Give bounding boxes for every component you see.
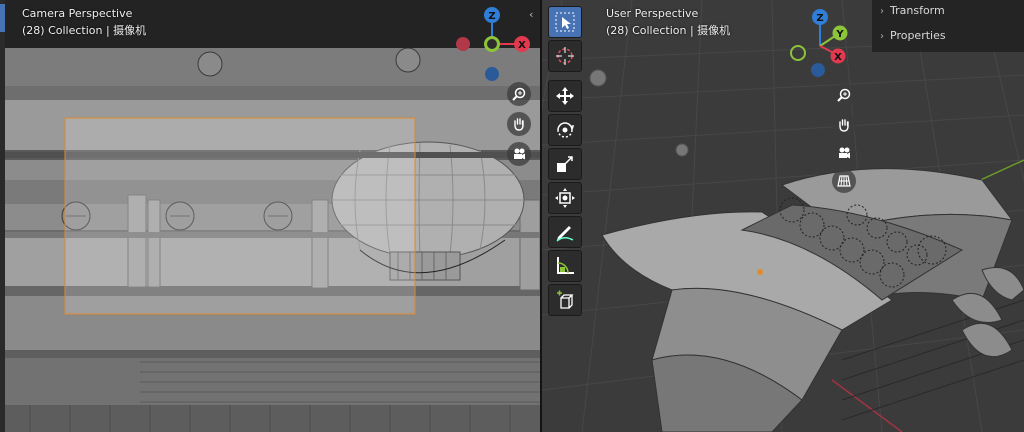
move-tool[interactable] <box>548 80 582 112</box>
select-box-tool[interactable] <box>548 6 582 38</box>
cursor-icon <box>556 47 574 65</box>
camera-view-button[interactable] <box>507 142 531 166</box>
chevron-right-icon: › <box>880 31 884 42</box>
viewport-title: User Perspective <box>606 7 699 20</box>
navigation-gizmo[interactable]: Z X <box>452 6 534 84</box>
move-icon <box>556 87 574 105</box>
gizmo-x-label: X <box>834 52 842 63</box>
add-cube-tool[interactable] <box>548 284 582 316</box>
panel-properties[interactable]: › Properties <box>880 28 946 45</box>
rotate-tool[interactable] <box>548 114 582 146</box>
sidebar-n-panel: › Transform › Properties <box>872 0 1024 52</box>
zoom-button[interactable] <box>832 83 856 107</box>
zoom-icon <box>837 88 851 102</box>
gizmo-x-label: X <box>518 40 526 51</box>
annotate-tool[interactable] <box>548 216 582 248</box>
gizmo-y-label: Y <box>835 29 844 40</box>
camera-view-button[interactable] <box>832 141 856 165</box>
rotate-icon <box>557 122 574 138</box>
measure-tool[interactable] <box>548 250 582 282</box>
add-cube-icon <box>557 290 574 309</box>
chevron-right-icon: › <box>880 6 884 17</box>
panel-properties-label: Properties <box>890 29 946 42</box>
camera-view-icon <box>839 147 850 159</box>
annotate-icon <box>556 226 574 242</box>
ortho-grid-icon <box>837 175 851 187</box>
ortho-toggle-button[interactable] <box>832 169 856 193</box>
viewport-title: Camera Perspective <box>22 7 133 20</box>
camera-view-icon <box>514 148 525 160</box>
zoom-button[interactable] <box>507 82 531 106</box>
transform-icon <box>555 188 575 208</box>
cursor-tool[interactable] <box>548 40 582 72</box>
transform-tool[interactable] <box>548 182 582 214</box>
measure-icon <box>557 257 574 274</box>
pan-button[interactable] <box>832 113 856 137</box>
viewport-collection: (28) Collection | 摄像机 <box>22 24 147 37</box>
panel-transform[interactable]: › Transform <box>880 3 945 20</box>
gizmo-z-label: Z <box>816 13 823 24</box>
zoom-icon <box>512 87 526 101</box>
pan-button[interactable] <box>507 112 531 136</box>
pan-hand-icon <box>839 119 849 132</box>
viewport-info: User Perspective (28) Collection | 摄像机 <box>606 5 730 39</box>
collapse-arrow-icon[interactable]: ‹ <box>529 8 533 21</box>
viewport-collection: (28) Collection | 摄像机 <box>606 24 731 37</box>
toolbar-collapsed-edge[interactable] <box>0 0 5 432</box>
gizmo-z-label: Z <box>488 11 495 22</box>
panel-transform-label: Transform <box>890 4 945 17</box>
camera-viewport[interactable]: Camera Perspective (28) Collection | 摄像机… <box>0 0 540 432</box>
pan-hand-icon <box>514 118 524 131</box>
viewport-info: Camera Perspective (28) Collection | 摄像机 <box>22 5 146 39</box>
scale-icon <box>557 156 573 172</box>
navigation-gizmo[interactable]: Z Y X <box>780 6 862 84</box>
user-viewport[interactable]: User Perspective (28) Collection | 摄像机 Z… <box>542 0 1024 432</box>
select-box-icon <box>555 12 575 32</box>
scale-tool[interactable] <box>548 148 582 180</box>
